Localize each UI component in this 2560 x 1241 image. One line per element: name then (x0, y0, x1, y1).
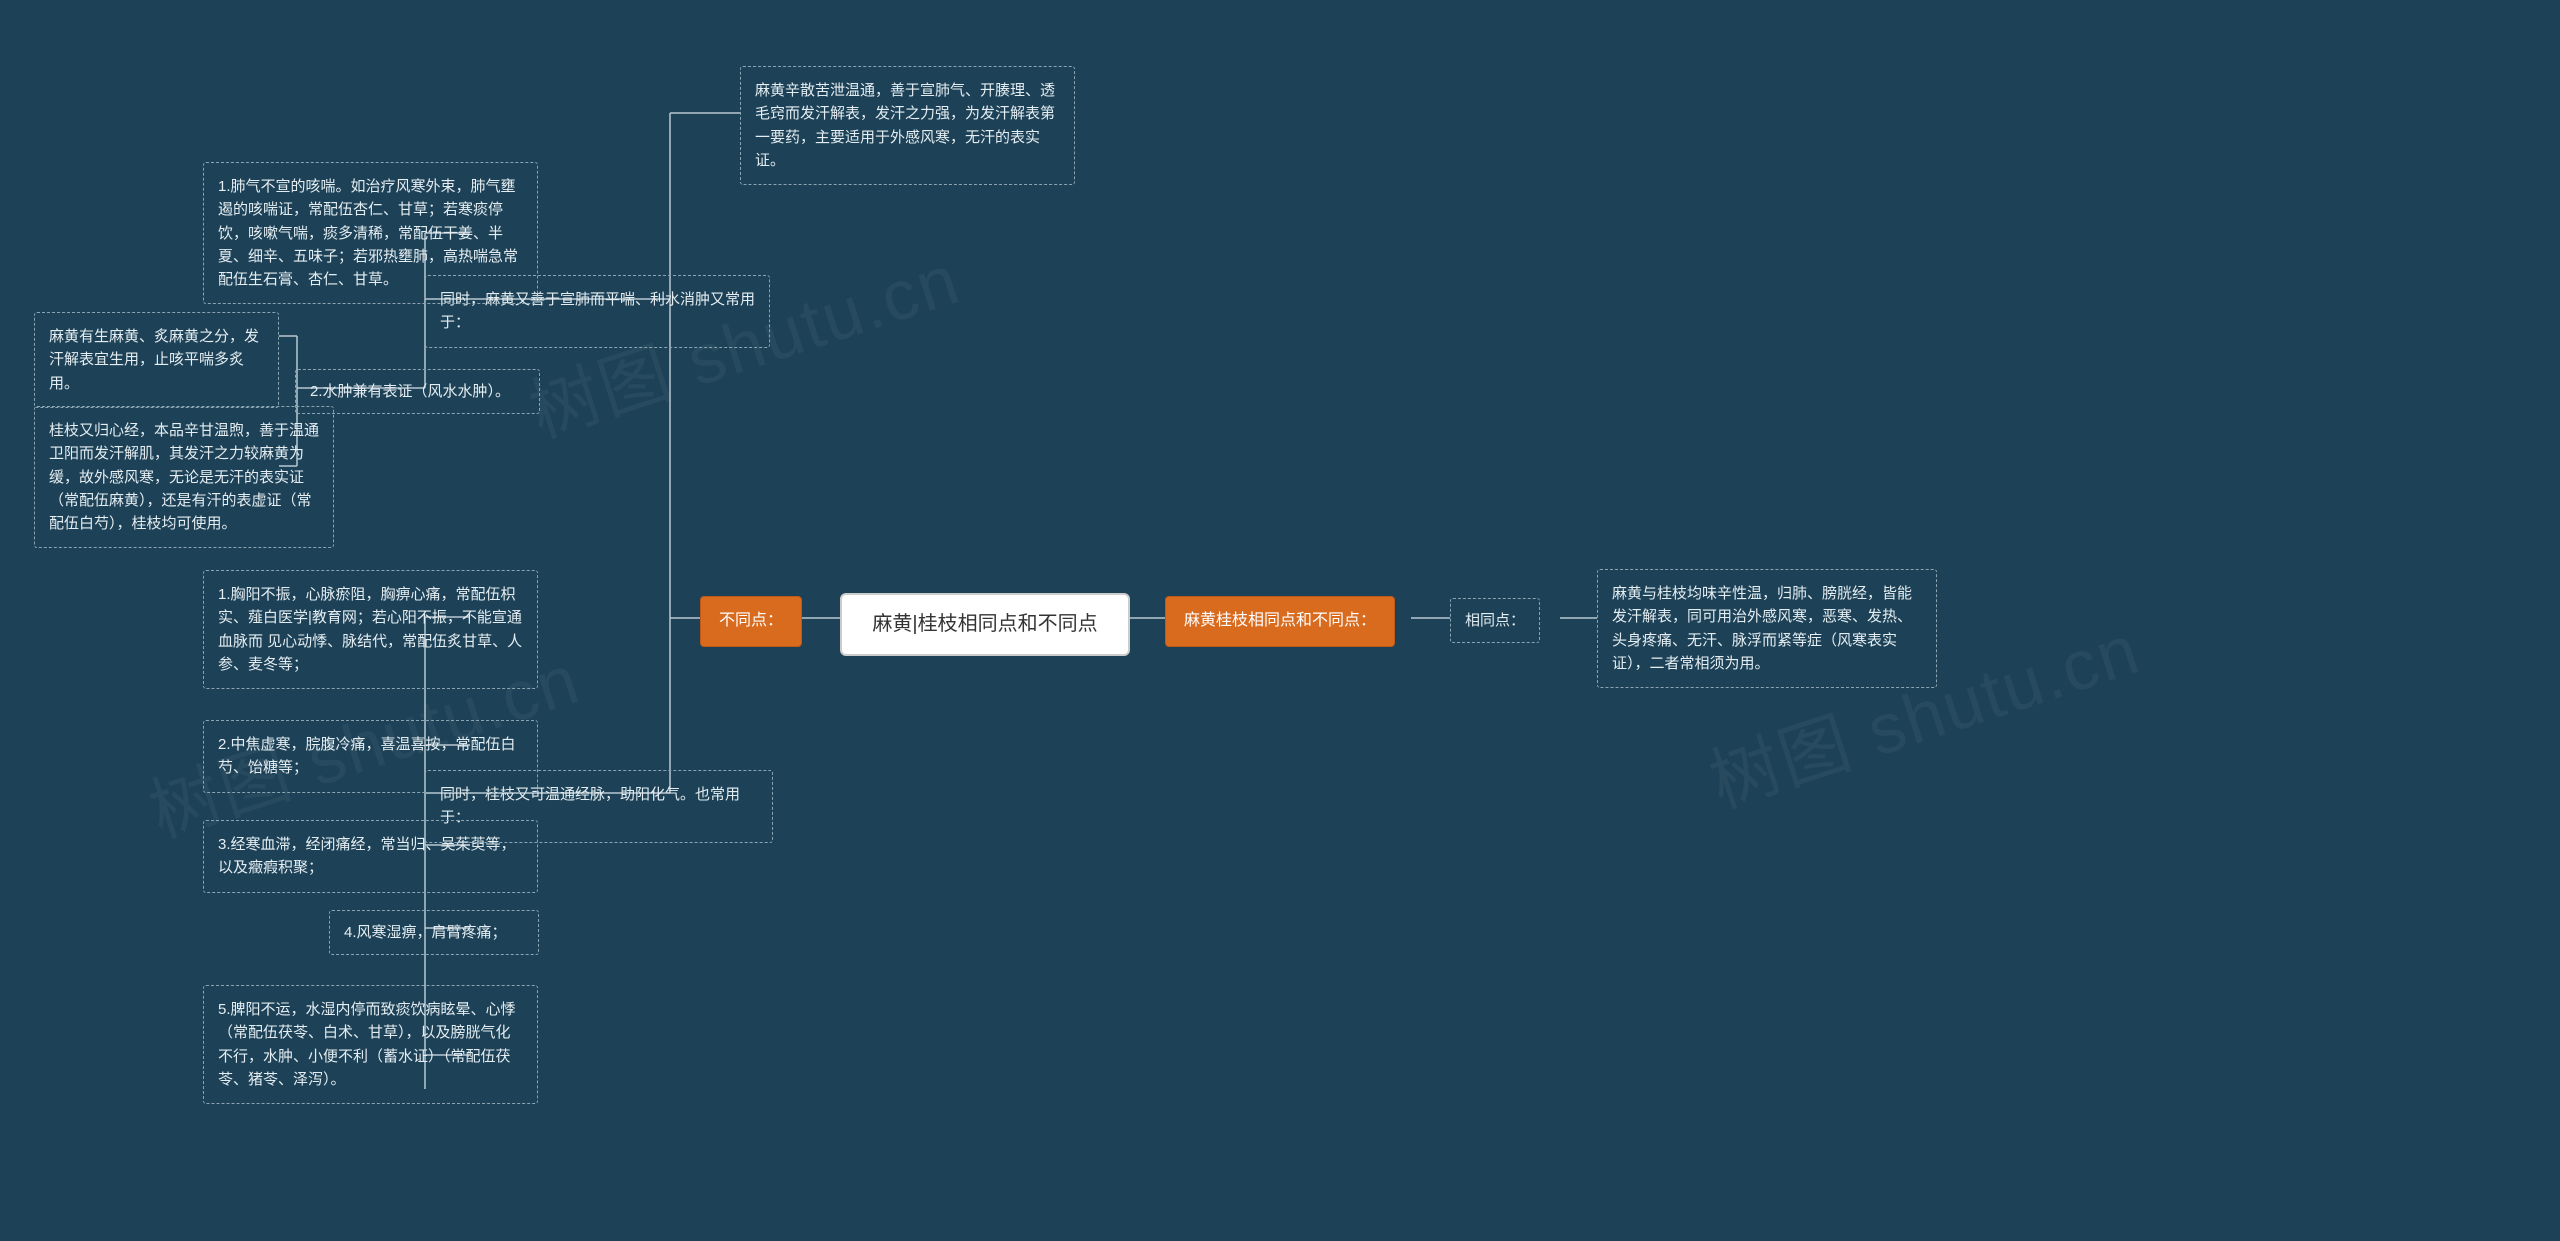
right-level3-text[interactable]: 麻黄与桂枝均味辛性温，归肺、膀胱经，皆能发汗解表，同可用治外感风寒，恶寒、发热、… (1597, 569, 1937, 688)
right-level2[interactable]: 相同点： (1450, 598, 1540, 643)
left-b2c1[interactable]: 1.肺气不宣的咳喘。如治疗风寒外束，肺气壅遏的咳喘证，常配伍杏仁、甘草；若寒痰停… (203, 162, 538, 304)
left-level1[interactable]: 不同点： (700, 596, 802, 647)
right-level1[interactable]: 麻黄桂枝相同点和不同点： (1165, 596, 1395, 647)
mindmap-stage: 树图 shutu.cn 树图 shutu.cn 树图 shutu.cn (0, 0, 2560, 1241)
left-b3c4[interactable]: 4.风寒湿痹，肩臂疼痛； (329, 910, 539, 955)
left-b3c3[interactable]: 3.经寒血滞，经闭痛经，常当归、吴茱萸等，以及癥瘕积聚； (203, 820, 538, 893)
left-b2c2b[interactable]: 桂枝又归心经，本品辛甘温煦，善于温通卫阳而发汗解肌，其发汗之力较麻黄为缓，故外感… (34, 406, 334, 548)
left-b3c5[interactable]: 5.脾阳不运，水湿内停而致痰饮病眩晕、心悸（常配伍茯苓、白术、甘草），以及膀胱气… (203, 985, 538, 1104)
left-b2c2a[interactable]: 麻黄有生麻黄、炙麻黄之分，发汗解表宜生用，止咳平喘多炙用。 (34, 312, 279, 408)
left-b3c2[interactable]: 2.中焦虚寒，脘腹冷痛，喜温喜按，常配伍白芍、饴糖等； (203, 720, 538, 793)
left-b3c1[interactable]: 1.胸阳不振，心脉瘀阻，胸痹心痛，常配伍枳实、薤白医学|教育网；若心阳不振，不能… (203, 570, 538, 689)
root-node[interactable]: 麻黄|桂枝相同点和不同点 (840, 593, 1130, 656)
left-b1[interactable]: 麻黄辛散苦泄温通，善于宣肺气、开腠理、透毛窍而发汗解表，发汗之力强，为发汗解表第… (740, 66, 1075, 185)
